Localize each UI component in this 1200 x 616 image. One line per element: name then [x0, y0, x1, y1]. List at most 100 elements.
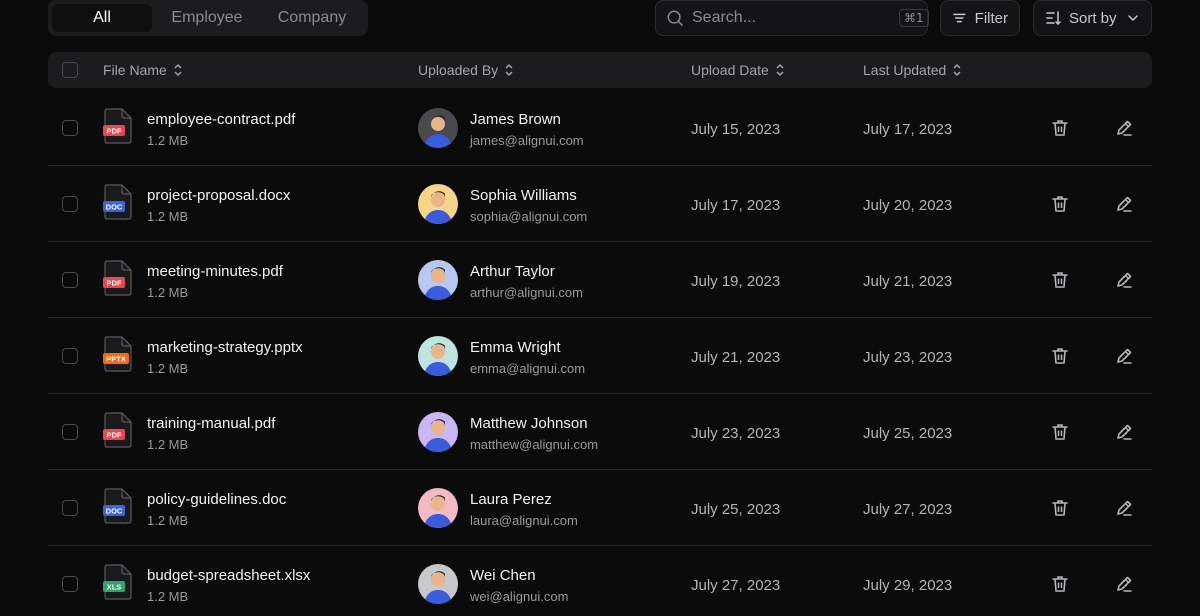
file-type-icon: PDF: [103, 108, 132, 144]
pencil-icon: [1114, 348, 1134, 370]
file-size: 1.2 MB: [147, 361, 189, 376]
row-checkbox[interactable]: [62, 348, 78, 364]
sort-icon: [1046, 11, 1061, 26]
file-type-label: PDF: [107, 279, 122, 288]
search-input[interactable]: [692, 9, 899, 27]
avatar: [418, 260, 458, 300]
last-updated-date: July 20, 2023: [863, 197, 953, 214]
row-checkbox[interactable]: [62, 196, 78, 212]
avatar-illustration-icon: [424, 267, 452, 300]
uploader-name: Sophia Williams: [470, 187, 577, 204]
select-all-checkbox[interactable]: [62, 62, 78, 78]
sort-by-button[interactable]: Sort by: [1033, 0, 1152, 36]
column-header-uploaded-by[interactable]: Uploaded By: [418, 52, 514, 88]
file-type-icon: DOC: [103, 184, 132, 220]
file-type-icon: DOC: [103, 488, 132, 524]
row-checkbox[interactable]: [62, 424, 78, 440]
select-all-cell: [62, 52, 78, 88]
avatar-illustration-icon: [424, 191, 452, 224]
table-row[interactable]: XLS budget-spreadsheet.xlsx 1.2 MB Wei Chen…: [48, 546, 1152, 616]
uploader-name: Arthur Taylor: [470, 263, 555, 280]
pencil-icon: [1114, 120, 1134, 142]
tab-group: All Employee Company: [48, 0, 368, 36]
avatar-illustration-icon: [424, 571, 452, 604]
file-name[interactable]: meeting-minutes.pdf: [147, 263, 283, 280]
edit-button[interactable]: [1114, 498, 1134, 518]
delete-button[interactable]: [1050, 498, 1070, 518]
upload-date: July 27, 2023: [691, 577, 781, 594]
table-row[interactable]: PPTX marketing-strategy.pptx 1.2 MB Emma Wr…: [48, 318, 1152, 394]
file-size: 1.2 MB: [147, 437, 189, 452]
file-type-label: DOC: [106, 203, 123, 212]
tab-company[interactable]: Company: [262, 4, 362, 32]
file-type-icon: PPTX: [103, 336, 132, 372]
uploader-email: sophia@alignui.com: [470, 209, 588, 224]
uploader-name: James Brown: [470, 111, 561, 128]
column-label-last-updated: Last Updated: [863, 62, 947, 78]
row-checkbox[interactable]: [62, 500, 78, 516]
uploader-email: laura@alignui.com: [470, 513, 578, 528]
file-name[interactable]: policy-guidelines.doc: [147, 491, 286, 508]
edit-button[interactable]: [1114, 270, 1134, 290]
avatar-illustration-icon: [424, 495, 452, 528]
row-checkbox[interactable]: [62, 120, 78, 136]
search-icon: [667, 10, 683, 26]
avatar: [418, 184, 458, 224]
row-checkbox[interactable]: [62, 576, 78, 592]
delete-button[interactable]: [1050, 118, 1070, 138]
tab-employee[interactable]: Employee: [152, 4, 262, 32]
file-type-label: PDF: [107, 431, 122, 440]
sort-arrows-icon: [174, 63, 182, 77]
table-row[interactable]: PDF meeting-minutes.pdf 1.2 MB Arthur Taylo…: [48, 242, 1152, 318]
pencil-icon: [1114, 576, 1134, 598]
edit-button[interactable]: [1114, 574, 1134, 594]
column-header-upload-date[interactable]: Upload Date: [691, 52, 785, 88]
column-label-uploaded-by: Uploaded By: [418, 62, 499, 78]
edit-button[interactable]: [1114, 346, 1134, 366]
trash-icon: [1050, 272, 1070, 294]
file-name[interactable]: marketing-strategy.pptx: [147, 339, 303, 356]
delete-button[interactable]: [1050, 422, 1070, 442]
uploader-name: Emma Wright: [470, 339, 561, 356]
upload-date: July 19, 2023: [691, 273, 781, 290]
pencil-icon: [1114, 272, 1134, 294]
table-row[interactable]: PDF training-manual.pdf 1.2 MB Matthew John…: [48, 394, 1152, 470]
file-name[interactable]: budget-spreadsheet.xlsx: [147, 567, 310, 584]
avatar: [418, 108, 458, 148]
table-row[interactable]: DOC project-proposal.docx 1.2 MB Sophia Wil…: [48, 166, 1152, 242]
tab-all[interactable]: All: [52, 4, 152, 32]
delete-button[interactable]: [1050, 194, 1070, 214]
search-shortcut-badge: ⌘1: [899, 9, 929, 27]
table-row[interactable]: DOC policy-guidelines.doc 1.2 MB Laura Pere…: [48, 470, 1152, 546]
uploader-email: james@alignui.com: [470, 133, 584, 148]
sort-arrows-icon: [505, 63, 513, 77]
delete-button[interactable]: [1050, 270, 1070, 290]
uploader-name: Laura Perez: [470, 491, 552, 508]
filter-button[interactable]: Filter: [940, 0, 1020, 36]
last-updated-date: July 27, 2023: [863, 501, 953, 518]
file-type-label: PDF: [107, 127, 122, 136]
uploader-name: Wei Chen: [470, 567, 536, 584]
trash-icon: [1050, 120, 1070, 142]
file-size: 1.2 MB: [147, 209, 189, 224]
row-checkbox[interactable]: [62, 272, 78, 288]
filter-icon: [953, 13, 966, 23]
edit-button[interactable]: [1114, 118, 1134, 138]
file-name[interactable]: project-proposal.docx: [147, 187, 290, 204]
delete-button[interactable]: [1050, 346, 1070, 366]
table-row[interactable]: PDF employee-contract.pdf 1.2 MB James Brow…: [48, 90, 1152, 166]
delete-button[interactable]: [1050, 574, 1070, 594]
file-name[interactable]: employee-contract.pdf: [147, 111, 295, 128]
trash-icon: [1050, 576, 1070, 598]
column-header-last-updated[interactable]: Last Updated: [863, 52, 962, 88]
edit-button[interactable]: [1114, 194, 1134, 214]
last-updated-date: July 25, 2023: [863, 425, 953, 442]
trash-icon: [1050, 424, 1070, 446]
trash-icon: [1050, 196, 1070, 218]
file-type-icon: PDF: [103, 412, 132, 448]
edit-button[interactable]: [1114, 422, 1134, 442]
pencil-icon: [1114, 196, 1134, 218]
column-header-file-name[interactable]: File Name: [103, 52, 183, 88]
file-name[interactable]: training-manual.pdf: [147, 415, 275, 432]
last-updated-date: July 29, 2023: [863, 577, 953, 594]
